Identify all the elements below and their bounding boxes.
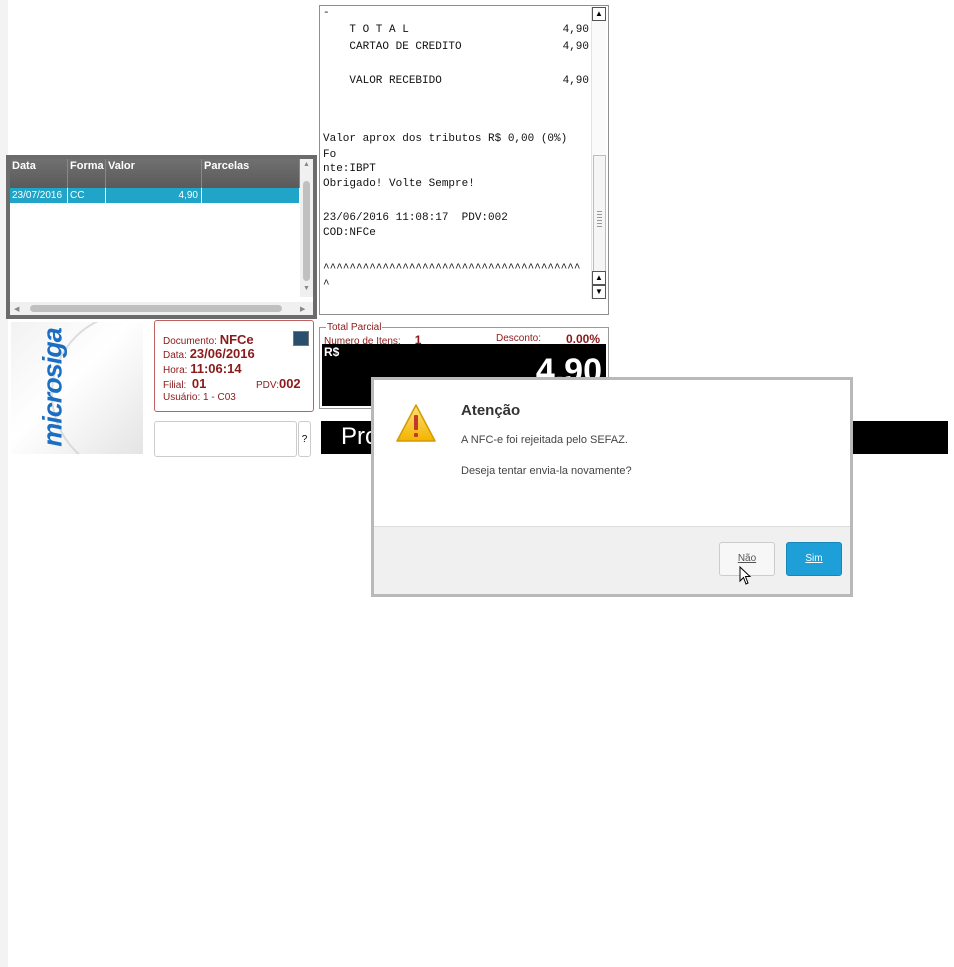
usuario-value: 1 - C03 xyxy=(203,392,236,403)
cursor-icon xyxy=(739,566,752,585)
receipt-line: COD:NFCe xyxy=(323,227,376,239)
pdv-label: PDV: xyxy=(256,380,279,391)
help-button[interactable]: ? xyxy=(298,421,311,457)
receipt-line: ^ xyxy=(323,279,330,291)
grid-header-data[interactable]: Data xyxy=(10,159,68,188)
grid-header-parcelas[interactable]: Parcelas xyxy=(202,159,300,188)
total-legend: Total Parcial xyxy=(326,322,383,333)
receipt-line: Fo xyxy=(323,149,337,161)
hora-label: Hora: xyxy=(163,365,188,376)
payments-grid[interactable]: Data Forma Valor Parcelas 23/07/2016 CC … xyxy=(6,155,317,319)
hora-value: 11:06:14 xyxy=(190,361,242,376)
left-edge-strip xyxy=(0,0,8,967)
usuario-label: Usuário: xyxy=(163,392,201,403)
dialog-footer: Não Sim xyxy=(374,526,850,594)
product-code-input[interactable] xyxy=(154,421,297,457)
receipt-amount: 4,90 xyxy=(562,41,589,53)
dialog-message: A NFC-e foi rejeitada pelo SEFAZ. xyxy=(461,434,628,446)
receipt-line: Obrigado! Volte Sempre! xyxy=(323,178,475,190)
warning-icon xyxy=(396,404,436,442)
receipt-line xyxy=(323,91,591,105)
scroll-up-icon[interactable]: ▲ xyxy=(592,7,606,21)
grid-horizontal-scrollbar[interactable]: ◀ ▶ xyxy=(10,302,313,315)
alert-dialog: Atenção A NFC-e foi rejeitada pelo SEFAZ… xyxy=(371,377,853,597)
grid-vscroll-thumb[interactable] xyxy=(303,181,310,281)
row-valor: 4,90 xyxy=(106,188,202,203)
row-data: 23/07/2016 xyxy=(10,188,68,203)
receipt-line: - xyxy=(323,7,330,19)
dialog-title: Atenção xyxy=(461,402,521,419)
receipt-line xyxy=(323,243,591,257)
receipt-scrollbar[interactable]: ▲ ▲ ▼ xyxy=(591,7,606,299)
scroll-right-icon[interactable]: ▶ xyxy=(300,305,305,313)
no-button-label: Não xyxy=(737,553,757,564)
row-parcelas xyxy=(202,188,300,203)
receipt-line: ^^^^^^^^^^^^^^^^^^^^^^^^^^^^^^^^^^^^^^^ xyxy=(323,263,581,275)
grid-header-valor[interactable]: Valor xyxy=(106,159,202,188)
receipt-panel[interactable]: - T O T A L 4,90 CARTAO DE CREDITO 4,90 VA… xyxy=(319,5,609,315)
scroll-down-icon[interactable]: ▼ xyxy=(592,285,606,299)
grid-header-forma[interactable]: Forma xyxy=(68,159,106,188)
desconto-label: Desconto: xyxy=(496,333,542,344)
data-value: 23/06/2016 xyxy=(189,346,255,361)
filial-value: 01 xyxy=(191,376,207,391)
scroll-up-icon[interactable]: ▲ xyxy=(303,161,310,168)
row-forma: CC xyxy=(68,188,106,203)
monitor-icon[interactable] xyxy=(293,331,309,346)
logo-text: microsiga xyxy=(37,328,68,447)
grid-vertical-scrollbar[interactable]: ▲ ▼ xyxy=(300,159,313,297)
yes-button[interactable]: Sim xyxy=(786,542,842,576)
yes-button-label: Sim xyxy=(805,553,823,564)
receipt-line xyxy=(323,57,591,71)
documento-value: NFCe xyxy=(219,332,254,347)
data-label: Data: xyxy=(163,350,187,361)
receipt-amount: 4,90 xyxy=(562,24,589,36)
scroll-down-icon[interactable]: ▼ xyxy=(303,285,310,292)
receipt-line: 23/06/2016 11:08:17 PDV:002 xyxy=(323,212,508,224)
pdv-value: 002 xyxy=(278,376,301,391)
filial-label: Filial: xyxy=(163,380,187,391)
receipt-line: Valor aprox dos tributos R$ 0,00 (0%) xyxy=(323,133,568,145)
document-info-box: Documento: NFCe Data: 23/06/2016 Hora: 1… xyxy=(154,320,314,412)
receipt-amount: 4,90 xyxy=(562,75,589,87)
receipt-scroll-thumb[interactable] xyxy=(593,155,606,283)
receipt-line xyxy=(323,193,591,207)
receipt-line: nte:IBPT xyxy=(323,163,376,175)
scroll-left-icon[interactable]: ◀ xyxy=(14,305,19,313)
dialog-question: Deseja tentar envia-la novamente? xyxy=(461,465,632,477)
currency-label: R$ xyxy=(324,345,340,359)
microsiga-logo: microsiga xyxy=(11,322,143,454)
table-row[interactable]: 23/07/2016 CC 4,90 xyxy=(10,188,300,203)
scroll-up-icon[interactable]: ▲ xyxy=(592,271,606,285)
receipt-line xyxy=(323,108,591,122)
grid-hscroll-thumb[interactable] xyxy=(30,305,282,312)
